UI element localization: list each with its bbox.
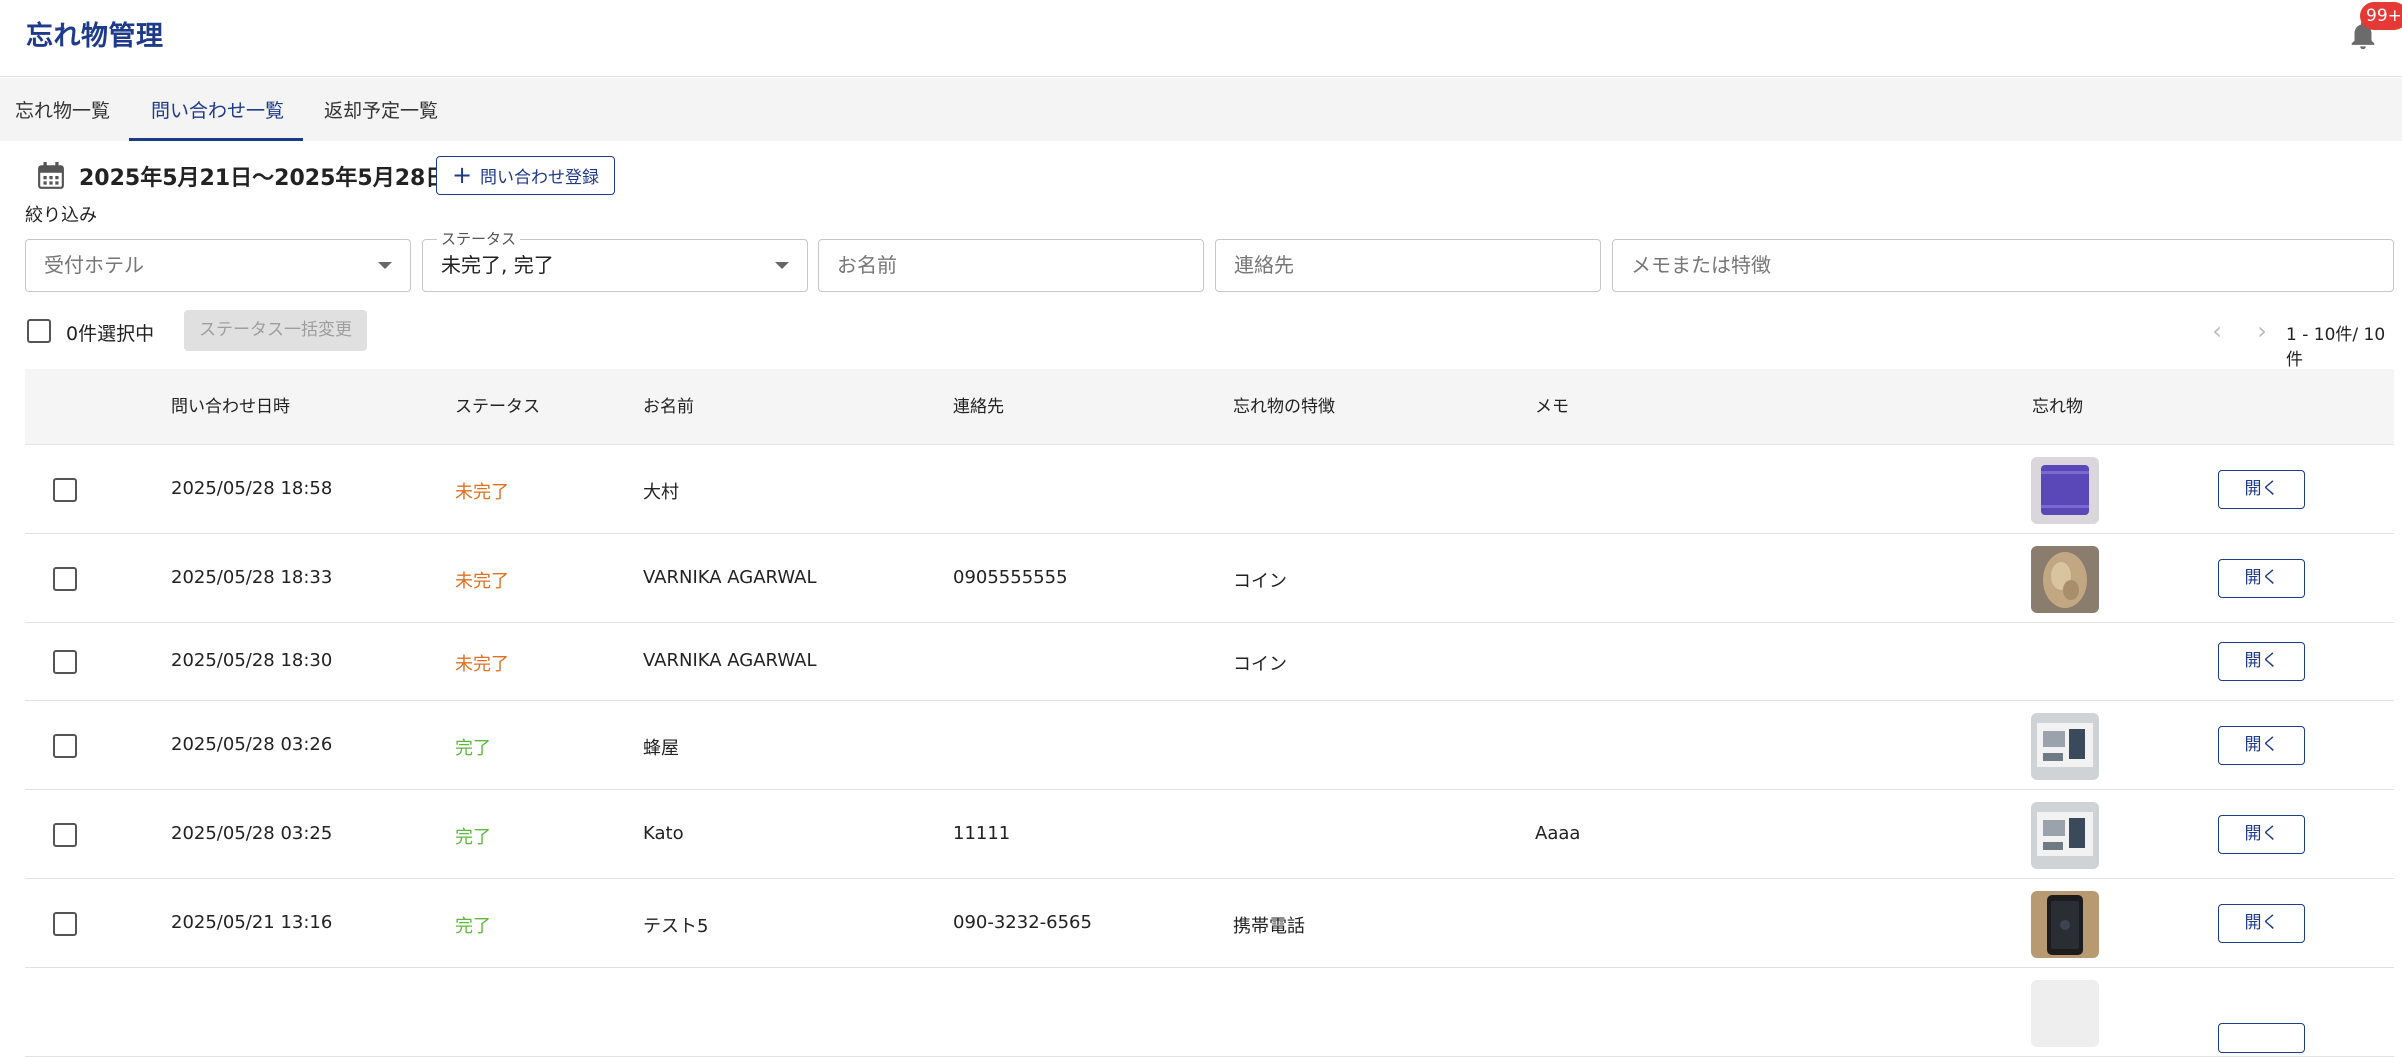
cell-feature: コイン xyxy=(1233,571,1287,592)
cell-feature: コイン xyxy=(1233,654,1287,675)
date-range[interactable]: 2025年5月21日〜2025年5月28日 xyxy=(79,160,447,192)
calendar-icon[interactable] xyxy=(38,162,64,190)
cell-contact: 0905555555 xyxy=(953,567,1068,588)
open-button[interactable]: 開く xyxy=(2218,904,2305,943)
name-input-placeholder: お名前 xyxy=(837,253,897,277)
cell-contact: 090-3232-6565 xyxy=(953,912,1092,933)
selected-count: 0件選択中 xyxy=(66,323,155,345)
tab-lost-items[interactable]: 忘れ物一覧 xyxy=(15,78,110,141)
row-checkbox[interactable] xyxy=(53,912,77,936)
header-status: ステータス xyxy=(455,397,540,417)
table-row: 2025/05/28 18:30 未完了 VARNIKA AGARWAL コイン 開く xyxy=(25,623,2394,701)
cell-contact: 11111 xyxy=(953,823,1011,844)
chevron-right-icon[interactable]: › xyxy=(2252,318,2272,344)
memo-input[interactable]: メモまたは特徴 xyxy=(1612,239,2394,292)
contact-input-placeholder: 連絡先 xyxy=(1234,253,1294,277)
cell-status: 完了 xyxy=(455,827,491,848)
table-row: 2025/05/28 18:33 未完了 VARNIKA AGARWAL 090555… xyxy=(25,534,2394,623)
hotel-select-placeholder: 受付ホテル xyxy=(44,253,144,277)
cell-status: 完了 xyxy=(455,738,491,759)
caret-down-icon xyxy=(775,262,789,269)
tab-bar: 忘れ物一覧 問い合わせ一覧 返却予定一覧 xyxy=(0,78,2402,141)
item-thumbnail[interactable] xyxy=(2031,546,2099,613)
item-thumbnail[interactable] xyxy=(2031,457,2099,524)
table-row: 2025/05/21 13:16 完了 テスト5 090-3232-6565 携帯電話 開… xyxy=(25,879,2394,968)
plus-icon: + xyxy=(451,160,473,189)
cell-memo: Aaaa xyxy=(1535,823,1581,844)
row-checkbox[interactable] xyxy=(53,734,77,758)
tab-return-schedule[interactable]: 返却予定一覧 xyxy=(324,78,438,141)
cell-date: 2025/05/28 18:58 xyxy=(171,478,333,499)
status-select-label: ステータス xyxy=(437,230,521,248)
item-thumbnail[interactable] xyxy=(2031,713,2099,780)
filter-heading: 絞り込み xyxy=(25,205,97,226)
open-button[interactable]: 開く xyxy=(2218,726,2305,765)
memo-input-placeholder: メモまたは特徴 xyxy=(1631,253,1771,277)
cell-status: 未完了 xyxy=(455,482,509,503)
cell-date: 2025/05/21 13:16 xyxy=(171,912,333,933)
app-title: 忘れ物管理 xyxy=(26,21,164,52)
inquiry-table: 問い合わせ日時 ステータス お名前 連絡先 忘れ物の特徴 メモ 忘れ物 2025… xyxy=(25,369,2394,1057)
contact-input[interactable]: 連絡先 xyxy=(1215,239,1601,292)
app-header: 忘れ物管理 99+ xyxy=(0,0,2402,77)
cell-name: 大村 xyxy=(643,482,679,503)
cell-date: 2025/05/28 03:25 xyxy=(171,823,333,844)
active-tab-indicator xyxy=(129,138,303,141)
header-contact: 連絡先 xyxy=(953,397,1004,417)
cell-name: 蜂屋 xyxy=(643,738,679,759)
row-checkbox[interactable] xyxy=(53,823,77,847)
cell-name: VARNIKA AGARWAL xyxy=(643,567,817,588)
open-button[interactable]: 開く xyxy=(2218,559,2305,598)
header-item: 忘れ物 xyxy=(2032,397,2083,417)
chevron-left-icon[interactable]: ‹ xyxy=(2207,318,2227,344)
cell-name: テスト5 xyxy=(643,916,709,937)
row-checkbox[interactable] xyxy=(53,650,77,674)
header-name: お名前 xyxy=(643,397,694,417)
cell-status: 未完了 xyxy=(455,654,509,675)
open-button[interactable] xyxy=(2218,1023,2305,1053)
pagination-info: 1 - 10件/ 10件 xyxy=(2286,325,2386,370)
row-checkbox[interactable] xyxy=(53,478,77,502)
table-body: 2025/05/28 18:58 未完了 大村 開く 2025/05/28 18:33 未… xyxy=(25,445,2394,1057)
open-button[interactable]: 開く xyxy=(2218,470,2305,509)
hotel-select[interactable]: 受付ホテル xyxy=(25,239,411,292)
add-inquiry-button[interactable]: + 問い合わせ登録 xyxy=(436,156,615,195)
table-header: 問い合わせ日時 ステータス お名前 連絡先 忘れ物の特徴 メモ 忘れ物 xyxy=(25,369,2394,445)
bulk-status-change-button[interactable]: ステータス一括変更 xyxy=(184,310,367,351)
header-date: 問い合わせ日時 xyxy=(171,397,290,417)
name-input[interactable]: お名前 xyxy=(818,239,1204,292)
add-inquiry-label: 問い合わせ登録 xyxy=(480,168,600,188)
tab-inquiries[interactable]: 問い合わせ一覧 xyxy=(151,78,284,141)
item-thumbnail[interactable] xyxy=(2031,980,2099,1047)
caret-down-icon xyxy=(378,262,392,269)
cell-date: 2025/05/28 18:33 xyxy=(171,567,333,588)
cell-name: VARNIKA AGARWAL xyxy=(643,650,817,671)
table-row: 2025/05/28 03:25 完了 Kato 11111 Aaaa 開く xyxy=(25,790,2394,879)
open-button[interactable]: 開く xyxy=(2218,815,2305,854)
item-thumbnail[interactable] xyxy=(2031,802,2099,869)
header-feature: 忘れ物の特徴 xyxy=(1233,397,1335,417)
cell-status: 完了 xyxy=(455,916,491,937)
table-row: 2025/05/28 18:58 未完了 大村 開く xyxy=(25,445,2394,534)
item-thumbnail[interactable] xyxy=(2031,891,2099,958)
open-button[interactable]: 開く xyxy=(2218,642,2305,681)
row-checkbox[interactable] xyxy=(53,567,77,591)
status-select-value: 未完了, 完了 xyxy=(441,253,554,277)
table-row xyxy=(25,968,2394,1057)
cell-feature: 携帯電話 xyxy=(1233,916,1305,937)
notification-badge: 99+ xyxy=(2360,2,2402,30)
cell-date: 2025/05/28 18:30 xyxy=(171,650,333,671)
cell-status: 未完了 xyxy=(455,571,509,592)
cell-name: Kato xyxy=(643,823,684,844)
cell-date: 2025/05/28 03:26 xyxy=(171,734,333,755)
status-select[interactable]: ステータス 未完了, 完了 xyxy=(422,230,808,292)
select-all-checkbox[interactable] xyxy=(27,319,51,343)
table-row: 2025/05/28 03:26 完了 蜂屋 開く xyxy=(25,701,2394,790)
header-memo: メモ xyxy=(1535,397,1569,417)
